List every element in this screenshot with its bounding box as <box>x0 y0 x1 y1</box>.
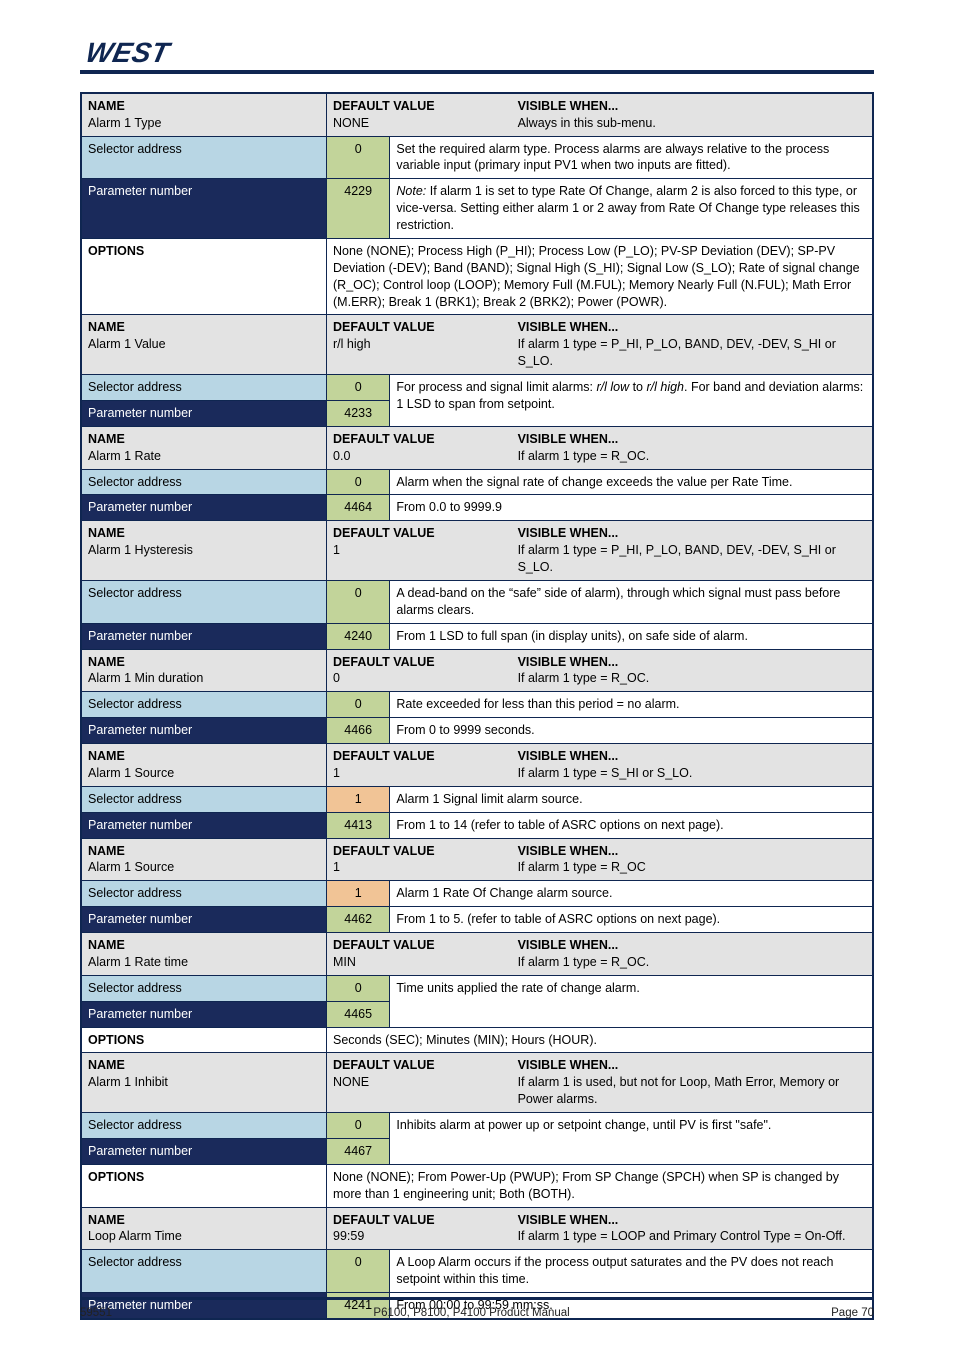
parameter-number-label: Parameter number <box>81 400 327 426</box>
param-description: Time units applied the rate of change al… <box>390 975 873 1027</box>
param-description-2: From 1 to 5. (refer to table of ASRC opt… <box>390 907 873 933</box>
parameter-number-value: 4466 <box>327 718 390 744</box>
parameter-number-value: 4413 <box>327 812 390 838</box>
parameter-table: NAMEAlarm 1 Type DEFAULT VALUENONE VISIB… <box>80 92 874 1320</box>
param-description: Set the required alarm type. Process ala… <box>390 136 873 179</box>
param-meta-cell: DEFAULT VALUEMIN VISIBLE WHEN...If alarm… <box>327 933 873 976</box>
param-description-2: From 1 LSD to full span (in display unit… <box>390 623 873 649</box>
selector-address-label: Selector address <box>81 136 327 179</box>
param-meta-cell: DEFAULT VALUEr/l high VISIBLE WHEN...If … <box>327 315 873 375</box>
param-name-cell: NAMEAlarm 1 Value <box>81 315 327 375</box>
param-meta-cell: DEFAULT VALUENONE VISIBLE WHEN...Always … <box>327 93 873 136</box>
selector-address-label: Selector address <box>81 692 327 718</box>
selector-address-value: 0 <box>327 469 390 495</box>
options-list: None (NONE); Process High (P_HI); Proces… <box>327 238 873 315</box>
param-description: A dead-band on the “safe” side of alarm)… <box>390 580 873 623</box>
parameter-number-label: Parameter number <box>81 179 327 239</box>
param-description: Alarm 1 Signal limit alarm source. <box>390 786 873 812</box>
options-label: OPTIONS <box>81 1164 327 1207</box>
options-list: Seconds (SEC); Minutes (MIN); Hours (HOU… <box>327 1027 873 1053</box>
param-description-2: From 0.0 to 9999.9 <box>390 495 873 521</box>
param-meta-cell: DEFAULT VALUE0.0 VISIBLE WHEN...If alarm… <box>327 426 873 469</box>
options-label: OPTIONS <box>81 238 327 315</box>
parameter-number-label: Parameter number <box>81 623 327 649</box>
selector-address-label: Selector address <box>81 975 327 1001</box>
selector-address-value: 0 <box>327 1113 390 1139</box>
parameter-number-label: Parameter number <box>81 495 327 521</box>
selector-address-label: Selector address <box>81 786 327 812</box>
param-meta-cell: DEFAULT VALUE1 VISIBLE WHEN...If alarm 1… <box>327 838 873 881</box>
selector-address-value: 0 <box>327 136 390 179</box>
selector-address-value: 0 <box>327 692 390 718</box>
param-name-cell: NAMEAlarm 1 Type <box>81 93 327 136</box>
param-description: Inhibits alarm at power up or setpoint c… <box>390 1113 873 1165</box>
footer-doc-id: 59551 <box>80 1306 112 1322</box>
selector-address-value: 0 <box>327 375 390 401</box>
selector-address-value: 0 <box>327 975 390 1001</box>
options-list: None (NONE); From Power-Up (PWUP); From … <box>327 1164 873 1207</box>
parameter-number-value: 4462 <box>327 907 390 933</box>
param-description-2: Note: If alarm 1 is set to type Rate Of … <box>390 179 873 239</box>
param-description-2: From 0 to 9999 seconds. <box>390 718 873 744</box>
parameter-number-value: 4464 <box>327 495 390 521</box>
param-meta-cell: DEFAULT VALUENONE VISIBLE WHEN...If alar… <box>327 1053 873 1113</box>
selector-address-label: Selector address <box>81 881 327 907</box>
footer-page-number: Page 70 <box>831 1306 874 1322</box>
param-name-cell: NAMEAlarm 1 Rate time <box>81 933 327 976</box>
selector-address-label: Selector address <box>81 375 327 401</box>
parameter-number-label: Parameter number <box>81 1138 327 1164</box>
selector-address-label: Selector address <box>81 1113 327 1139</box>
param-description: Alarm when the signal rate of change exc… <box>390 469 873 495</box>
parameter-number-label: Parameter number <box>81 1001 327 1027</box>
selector-address-value: 0 <box>327 580 390 623</box>
selector-address-value: 1 <box>327 881 390 907</box>
param-meta-cell: DEFAULT VALUE0 VISIBLE WHEN...If alarm 1… <box>327 649 873 692</box>
param-meta-cell: DEFAULT VALUE99:59 VISIBLE WHEN...If ala… <box>327 1207 873 1250</box>
footer-title: P6100, P8100, P4100 Product Manual <box>373 1306 569 1322</box>
selector-address-value: 0 <box>327 1250 390 1293</box>
logo: WEST <box>82 34 173 74</box>
param-name-cell: NAMEAlarm 1 Inhibit <box>81 1053 327 1113</box>
parameter-number-value: 4465 <box>327 1001 390 1027</box>
param-meta-cell: DEFAULT VALUE1 VISIBLE WHEN...If alarm 1… <box>327 744 873 787</box>
parameter-number-label: Parameter number <box>81 812 327 838</box>
param-description: A Loop Alarm occurs if the process outpu… <box>390 1250 873 1293</box>
param-name-cell: NAMEAlarm 1 Hysteresis <box>81 521 327 581</box>
selector-address-label: Selector address <box>81 580 327 623</box>
param-description: For process and signal limit alarms: r/l… <box>390 375 873 427</box>
param-name-cell: NAMELoop Alarm Time <box>81 1207 327 1250</box>
selector-address-value: 1 <box>327 786 390 812</box>
param-name-cell: NAMEAlarm 1 Min duration <box>81 649 327 692</box>
page-footer: 59551 P6100, P8100, P4100 Product Manual… <box>80 1297 874 1322</box>
param-name-cell: NAMEAlarm 1 Rate <box>81 426 327 469</box>
selector-address-label: Selector address <box>81 1250 327 1293</box>
parameter-number-value: 4233 <box>327 400 390 426</box>
selector-address-label: Selector address <box>81 469 327 495</box>
parameter-number-label: Parameter number <box>81 907 327 933</box>
parameter-number-value: 4467 <box>327 1138 390 1164</box>
param-meta-cell: DEFAULT VALUE1 VISIBLE WHEN...If alarm 1… <box>327 521 873 581</box>
parameter-number-label: Parameter number <box>81 718 327 744</box>
parameter-number-value: 4240 <box>327 623 390 649</box>
parameter-number-value: 4229 <box>327 179 390 239</box>
param-description: Alarm 1 Rate Of Change alarm source. <box>390 881 873 907</box>
options-label: OPTIONS <box>81 1027 327 1053</box>
param-description: Rate exceeded for less than this period … <box>390 692 873 718</box>
param-description-2: From 1 to 14 (refer to table of ASRC opt… <box>390 812 873 838</box>
param-name-cell: NAMEAlarm 1 Source <box>81 838 327 881</box>
param-name-cell: NAMEAlarm 1 Source <box>81 744 327 787</box>
